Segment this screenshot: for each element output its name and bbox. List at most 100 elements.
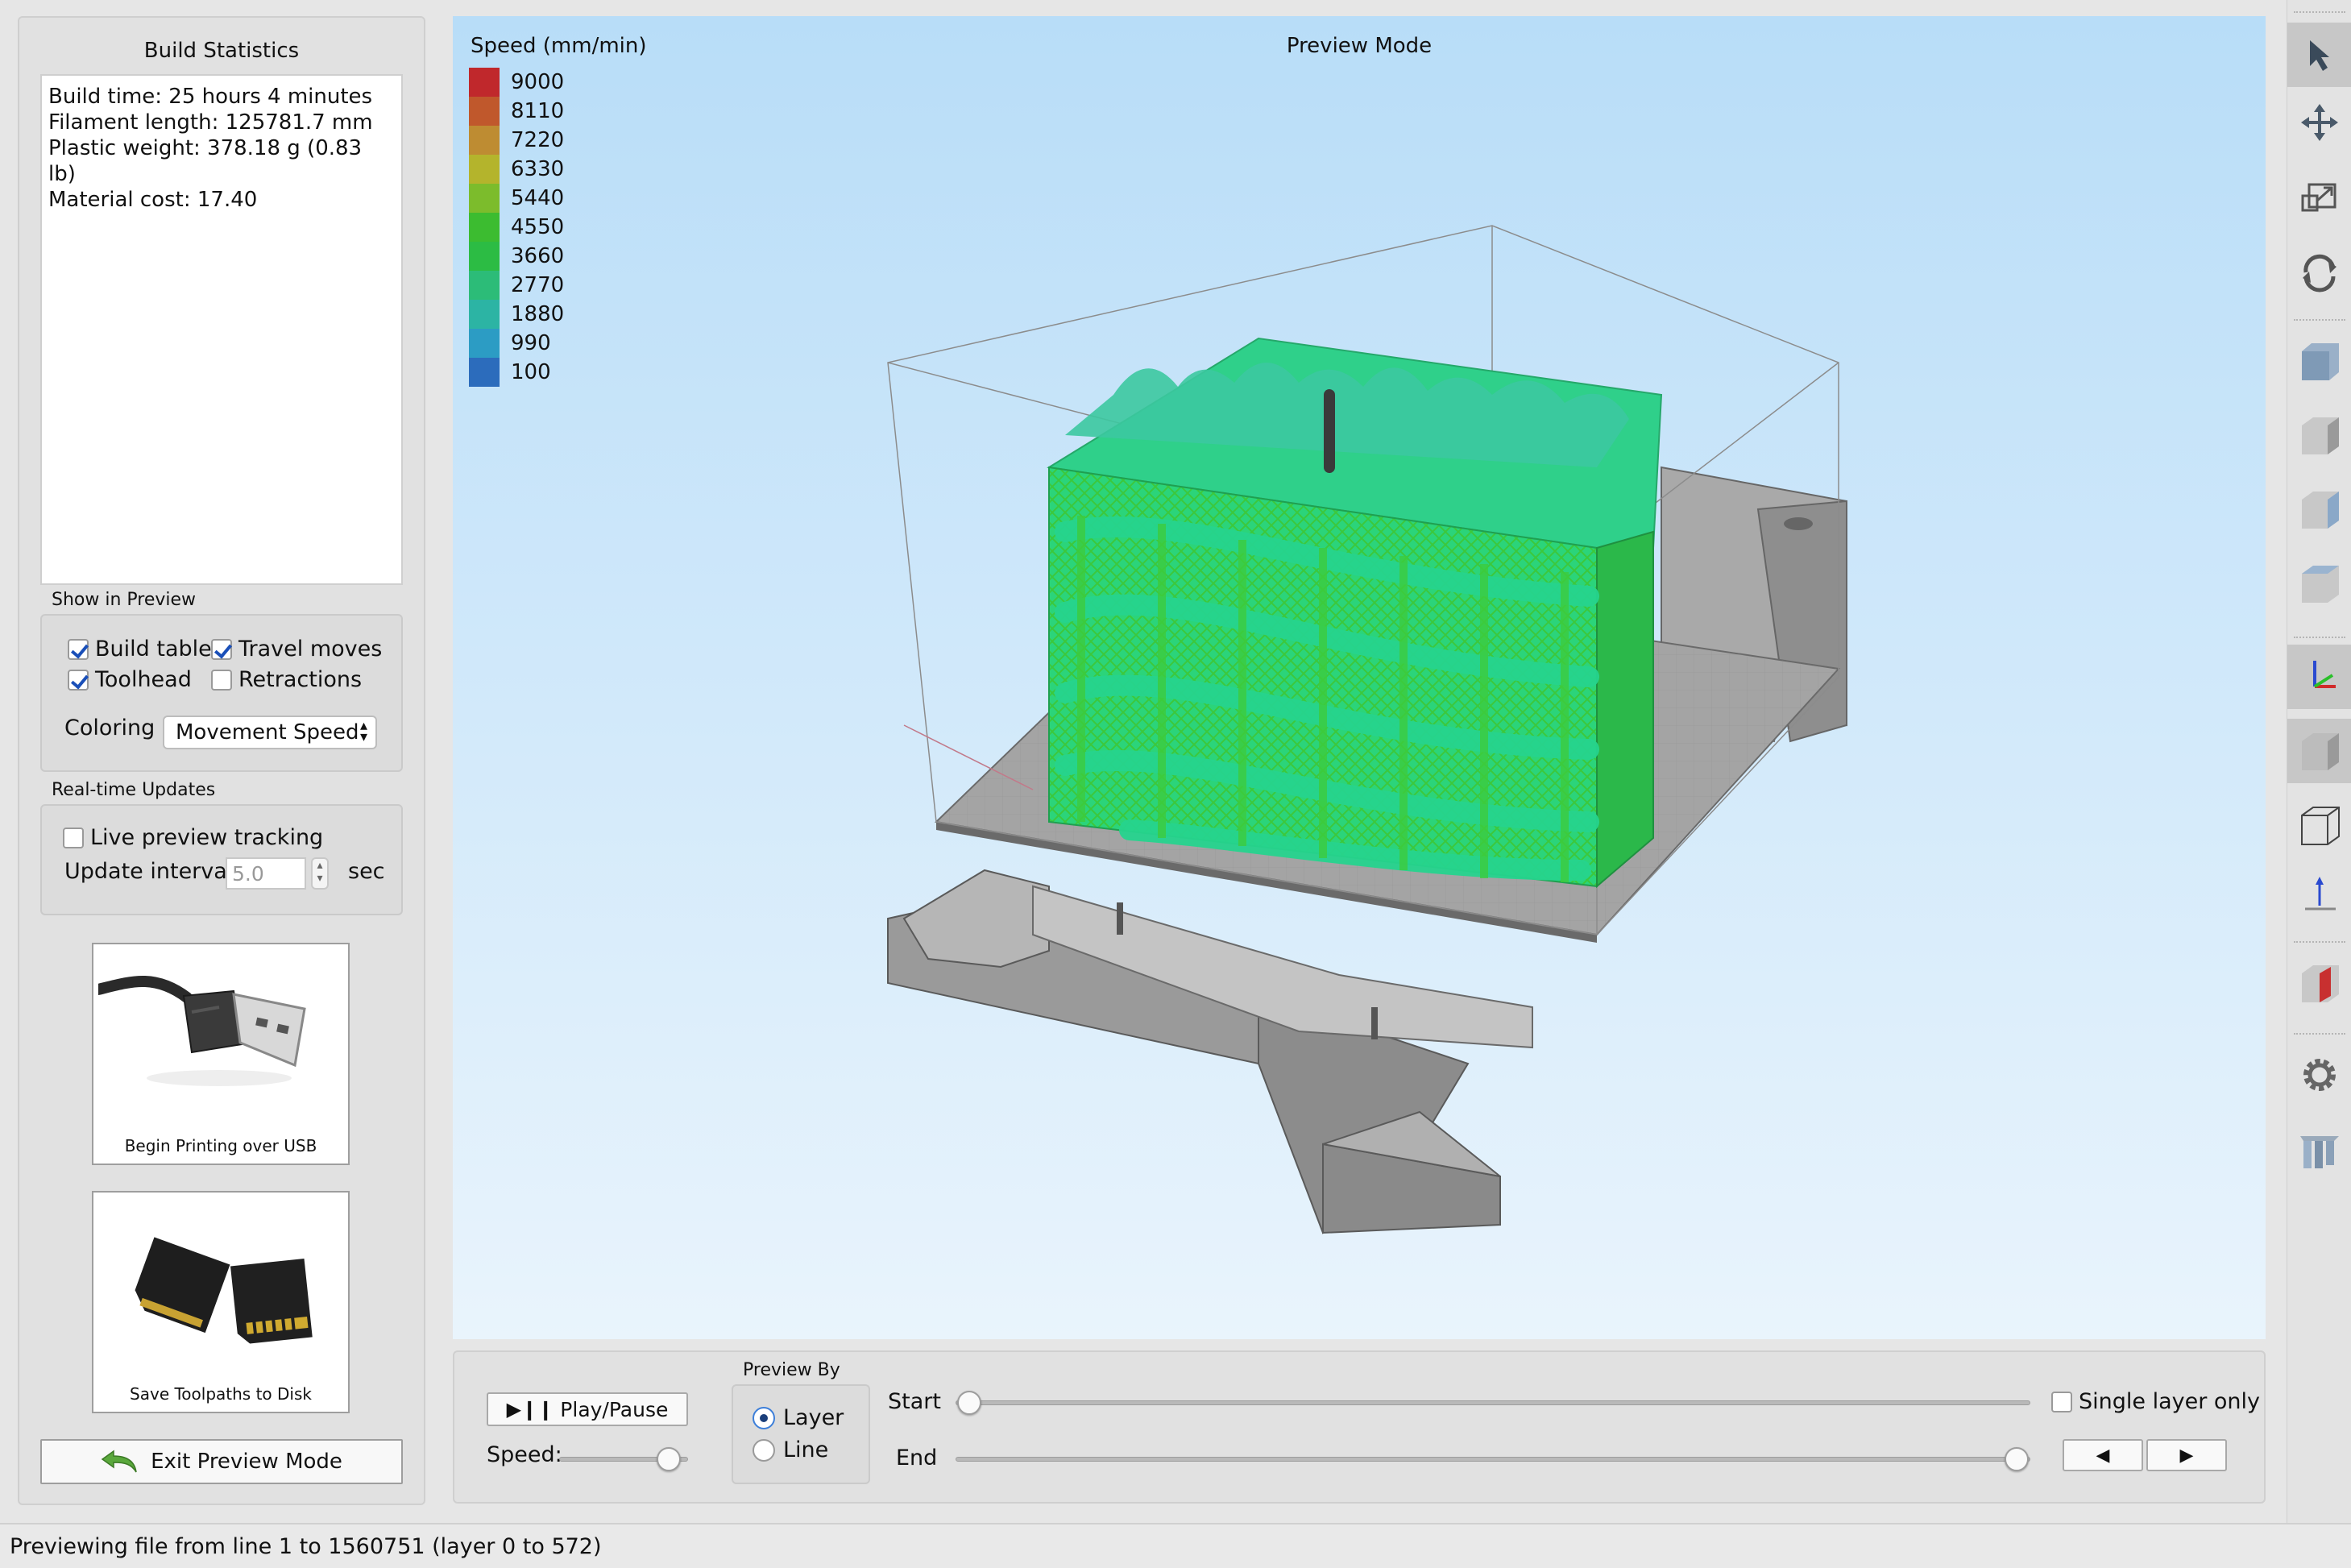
legend-row: 8110	[469, 97, 564, 126]
legend-value: 3660	[511, 244, 565, 268]
toolpath-model	[1047, 337, 1663, 889]
legend-swatch	[469, 184, 500, 213]
legend-swatch	[469, 300, 500, 329]
step-back-button[interactable]: ◀	[2063, 1439, 2143, 1471]
solid-view-button[interactable]	[2287, 719, 2351, 783]
line-radio[interactable]: Line	[753, 1437, 828, 1462]
retractions-label: Retractions	[238, 667, 363, 692]
start-slider[interactable]	[956, 1400, 2030, 1405]
legend-swatch	[469, 242, 500, 271]
view-top-button[interactable]	[2287, 551, 2351, 616]
legend-row: 2770	[469, 271, 564, 300]
scale-tool-button[interactable]	[2287, 166, 2351, 230]
legend-swatch	[469, 213, 500, 242]
sec-label: sec	[348, 859, 385, 884]
move-tool-button[interactable]	[2287, 90, 2351, 155]
speed-slider-knob[interactable]	[657, 1447, 681, 1471]
travel-moves-checkbox[interactable]: Travel moves	[211, 637, 382, 662]
update-interval-label: Update interval	[64, 859, 234, 884]
z-axis-icon	[2305, 877, 2336, 911]
checkbox-box	[2051, 1391, 2072, 1412]
realtime-updates-label: Real-time Updates	[52, 780, 216, 800]
legend-row: 990	[469, 329, 564, 358]
legend-value: 5440	[511, 186, 565, 210]
legend-swatch	[469, 358, 500, 387]
view-left-icon	[2302, 417, 2339, 454]
radio-dot	[753, 1406, 775, 1429]
build-table-label: Build table	[95, 637, 212, 662]
end-slider[interactable]	[956, 1457, 2030, 1462]
realtime-updates-group: Live preview tracking Update interval ▴▾…	[40, 804, 403, 915]
filament-length-line: Filament length: 125781.7 mm	[48, 110, 373, 135]
axes-button[interactable]	[2287, 645, 2351, 709]
settings-button[interactable]	[2287, 1043, 2351, 1107]
section-view-button[interactable]	[2287, 951, 2351, 1015]
checkbox-box	[211, 669, 232, 691]
z-axis-button[interactable]	[2287, 862, 2351, 927]
legend-swatch	[469, 155, 500, 184]
plastic-weight-line: Plastic weight: 378.18 g (0.83 lb)	[48, 136, 363, 186]
speed-label: Speed:	[487, 1442, 562, 1467]
legend-row: 9000	[469, 68, 564, 97]
legend-value: 990	[511, 331, 551, 355]
section-icon	[2302, 965, 2339, 1002]
interval-stepper[interactable]: ▴ ▾	[311, 857, 329, 890]
toolbar-separator	[2294, 941, 2345, 943]
checkbox-box	[68, 638, 89, 660]
step-forward-button[interactable]: ▶	[2146, 1439, 2227, 1471]
play-pause-label: Play/Pause	[560, 1397, 669, 1421]
toolpath-preview-scene	[887, 225, 1847, 1234]
build-table-checkbox[interactable]: Build table	[68, 637, 212, 662]
wireframe-view-button[interactable]	[2287, 793, 2351, 857]
legend-swatch	[469, 97, 500, 126]
legend-title: Speed (mm/min)	[471, 34, 647, 58]
save-toolpaths-button[interactable]: Save Toolpaths to Disk	[92, 1191, 350, 1413]
right-toolbar	[2287, 0, 2351, 1523]
speed-legend: 9000 8110 7220 6330 5440 4550 3660 2770 1880 990 1…	[469, 68, 564, 387]
preview-by-label: Preview By	[743, 1360, 840, 1380]
coloring-select[interactable]: Movement Speed ▴ ▾	[163, 716, 377, 749]
travel-moves-label: Travel moves	[238, 637, 383, 662]
axes-icon	[2313, 661, 2336, 688]
usb-button-caption: Begin Printing over USB	[124, 1136, 317, 1155]
material-cost-line: Material cost: 17.40	[48, 188, 258, 212]
legend-value: 2770	[511, 273, 565, 297]
live-tracking-checkbox[interactable]: Live preview tracking	[63, 825, 323, 850]
preview-controls: ▶❙❙ Play/Pause Speed: Preview By Layer L…	[453, 1350, 2266, 1504]
3d-viewport[interactable]: Preview Mode Speed (mm/min) 9000 8110 7220…	[453, 16, 2266, 1339]
layer-radio-label: Layer	[783, 1405, 844, 1430]
left-panel: Build Statistics Build time: 25 hours 4 …	[18, 16, 425, 1505]
legend-row: 7220	[469, 126, 564, 155]
wireframe-view-icon	[2301, 807, 2340, 845]
end-slider-knob[interactable]	[2005, 1447, 2029, 1471]
toolbar-separator	[2294, 1033, 2345, 1035]
update-interval-input[interactable]	[226, 857, 306, 890]
legend-value: 4550	[511, 215, 565, 239]
extruders-button[interactable]	[2287, 1120, 2351, 1184]
legend-value: 7220	[511, 128, 565, 152]
show-in-preview-label: Show in Preview	[52, 590, 197, 610]
play-pause-button[interactable]: ▶❙❙ Play/Pause	[487, 1392, 688, 1426]
rotate-tool-button[interactable]	[2287, 240, 2351, 305]
toolhead-checkbox[interactable]: Toolhead	[68, 667, 192, 692]
begin-printing-usb-button[interactable]: Begin Printing over USB	[92, 943, 350, 1165]
single-layer-checkbox[interactable]: Single layer only	[2051, 1389, 2260, 1414]
legend-row: 6330	[469, 155, 564, 184]
legend-swatch	[469, 126, 500, 155]
start-slider-knob[interactable]	[957, 1391, 981, 1415]
toolbar-separator	[2294, 637, 2345, 638]
preview-by-group: Layer Line	[732, 1384, 870, 1484]
view-left-button[interactable]	[2287, 403, 2351, 467]
select-tool-button[interactable]	[2287, 23, 2351, 87]
end-label: End	[896, 1446, 938, 1471]
retractions-checkbox[interactable]: Retractions	[211, 667, 362, 692]
extruders-icon	[2300, 1136, 2339, 1168]
view-front-button[interactable]	[2287, 329, 2351, 393]
move-icon	[2301, 104, 2338, 141]
exit-preview-label: Exit Preview Mode	[151, 1450, 342, 1474]
solid-view-icon	[2302, 733, 2339, 770]
toolbar-separator	[2294, 11, 2345, 13]
layer-radio[interactable]: Layer	[753, 1405, 844, 1430]
view-right-button[interactable]	[2287, 477, 2351, 541]
exit-preview-button[interactable]: Exit Preview Mode	[40, 1439, 403, 1484]
